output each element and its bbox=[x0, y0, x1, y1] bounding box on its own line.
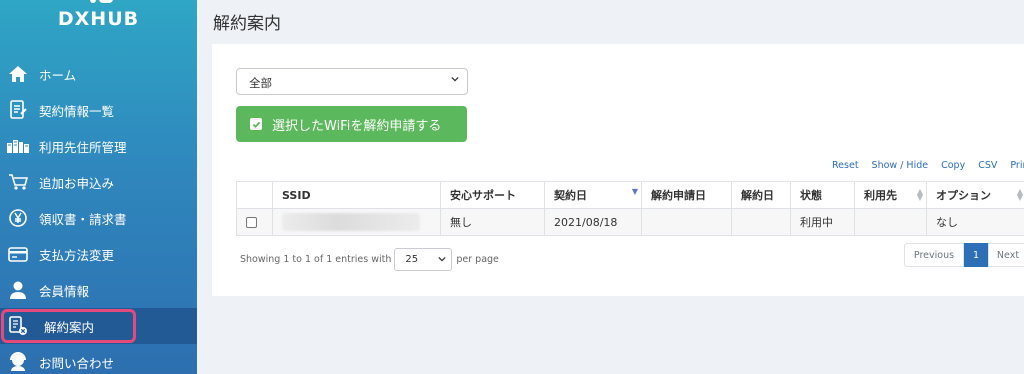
showing-text: Showing 1 to 1 of 1 entries with bbox=[240, 254, 392, 265]
location-cell bbox=[854, 208, 927, 236]
column-header-label: 状態 bbox=[800, 189, 822, 202]
cancel-date-cell bbox=[731, 208, 791, 236]
active-highlight-frame bbox=[1, 309, 136, 343]
sidebar-nav: ホーム 契約情報一覧 利用先住所管理 追加お申込み 領収書・請求書 支払方法変更… bbox=[0, 56, 197, 374]
option-cell: なし bbox=[926, 208, 1024, 236]
sidebar-item-add-order[interactable]: 追加お申込み bbox=[0, 164, 197, 200]
home-icon bbox=[7, 63, 29, 85]
user-icon bbox=[7, 279, 29, 301]
csv-button[interactable]: CSV bbox=[978, 160, 997, 171]
contracts-table: SSID 安心サポート 契約日 ▼ 解約申請日 解約日 状態 利用先 ▲ ▼ オプショ… bbox=[236, 181, 1024, 236]
column-header-label: 契約日 bbox=[554, 189, 587, 202]
filter-select-value: 全部 bbox=[249, 76, 272, 90]
support-icon bbox=[7, 351, 29, 373]
column-header-status[interactable]: 状態 bbox=[790, 181, 855, 209]
yen-icon bbox=[7, 207, 29, 229]
checkbox-icon bbox=[250, 118, 262, 130]
print-button[interactable]: Print bbox=[1010, 160, 1024, 171]
sidebar-item-label: 領収書・請求書 bbox=[39, 211, 127, 227]
next-page-button[interactable]: Next bbox=[988, 243, 1024, 267]
column-header-label: 安心サポート bbox=[450, 189, 516, 202]
page-title: 解約案内 bbox=[213, 14, 281, 34]
copy-button[interactable]: Copy bbox=[941, 160, 965, 171]
apply-cancellation-button[interactable]: 選択したWiFiを解約申請する bbox=[236, 106, 467, 142]
table-header-row: SSID 安心サポート 契約日 ▼ 解約申請日 解約日 状態 利用先 ▲ ▼ オプショ… bbox=[236, 181, 1024, 209]
content-panel: 全部 選択したWiFiを解約申請する Reset Show / Hide Cop… bbox=[212, 44, 1024, 296]
sort-icon: ▲ ▼ bbox=[916, 187, 923, 202]
contract-date-cell: 2021/08/18 bbox=[544, 208, 642, 236]
column-header-label: SSID bbox=[282, 188, 311, 202]
column-header-select bbox=[236, 181, 273, 209]
sort-icon: ▲ ▼ bbox=[1016, 187, 1023, 202]
apply-cancellation-label: 選択したWiFiを解約申請する bbox=[272, 118, 442, 134]
sidebar-item-member[interactable]: 会員情報 bbox=[0, 272, 197, 308]
ssid-cell bbox=[272, 208, 441, 236]
brand-name: DXHUB bbox=[57, 8, 140, 30]
column-header-support[interactable]: 安心サポート bbox=[440, 181, 545, 209]
sidebar-item-label: 支払方法変更 bbox=[39, 247, 115, 263]
column-header-location[interactable]: 利用先 ▲ ▼ bbox=[854, 181, 927, 209]
card-icon bbox=[7, 243, 29, 265]
column-header-cancel-request-date[interactable]: 解約申請日 bbox=[641, 181, 732, 209]
sidebar-item-label: 契約情報一覧 bbox=[39, 103, 115, 119]
sidebar-item-contact[interactable]: お問い合わせ bbox=[0, 344, 197, 374]
sidebar-item-receipts[interactable]: 領収書・請求書 bbox=[0, 200, 197, 236]
sidebar-item-label: お問い合わせ bbox=[39, 355, 115, 371]
per-page-label: per page bbox=[456, 254, 499, 265]
cart-icon bbox=[7, 171, 29, 193]
per-page-value: 25 bbox=[405, 254, 419, 265]
sidebar-item-cancel-guide[interactable]: 解約案内 bbox=[0, 308, 197, 344]
sidebar-item-contract-list[interactable]: 契約情報一覧 bbox=[0, 92, 197, 128]
table-info: Showing 1 to 1 of 1 entries with 25 per … bbox=[240, 248, 499, 271]
sort-desc-icon: ▼ bbox=[631, 187, 638, 196]
cancel-request-date-cell bbox=[641, 208, 732, 236]
page-1-button[interactable]: 1 bbox=[964, 243, 988, 267]
show-hide-button[interactable]: Show / Hide bbox=[872, 160, 929, 171]
column-header-label: 解約日 bbox=[741, 189, 774, 202]
row-select-cell bbox=[236, 208, 273, 236]
table-row: 無し 2021/08/18 利用中 なし bbox=[236, 208, 1024, 236]
column-header-option[interactable]: オプション ▲ ▼ bbox=[926, 181, 1024, 209]
row-checkbox[interactable] bbox=[246, 216, 257, 228]
chevron-down-icon bbox=[451, 76, 459, 82]
ssid-redacted bbox=[282, 213, 420, 231]
column-header-label: 利用先 bbox=[864, 189, 897, 202]
column-header-label: 解約申請日 bbox=[651, 189, 706, 202]
reset-button[interactable]: Reset bbox=[832, 160, 859, 171]
status-cell: 利用中 bbox=[790, 208, 855, 236]
column-header-label: オプション bbox=[936, 189, 991, 202]
sidebar: DXHUB ホーム 契約情報一覧 利用先住所管理 追加お申込み 領収書・請求書 … bbox=[0, 0, 197, 374]
sidebar-item-label: 会員情報 bbox=[39, 283, 90, 299]
sidebar-item-label: 追加お申込み bbox=[39, 175, 115, 191]
column-header-ssid[interactable]: SSID bbox=[272, 181, 441, 209]
table-toolbar: Reset Show / Hide Copy CSV Print bbox=[832, 160, 1024, 171]
pagination: Previous 1 Next bbox=[904, 243, 1024, 267]
sidebar-item-payment[interactable]: 支払方法変更 bbox=[0, 236, 197, 272]
filter-select[interactable]: 全部 bbox=[236, 68, 468, 95]
sidebar-item-label: ホーム bbox=[39, 67, 77, 83]
address-icon bbox=[7, 135, 29, 157]
brand-logo-mark bbox=[86, 0, 116, 4]
support-cell: 無し bbox=[440, 208, 545, 236]
sidebar-item-label: 利用先住所管理 bbox=[39, 139, 127, 155]
column-header-contract-date[interactable]: 契約日 ▼ bbox=[544, 181, 642, 209]
previous-page-button[interactable]: Previous bbox=[904, 243, 964, 267]
sidebar-item-home[interactable]: ホーム bbox=[0, 56, 197, 92]
column-header-cancel-date[interactable]: 解約日 bbox=[731, 181, 791, 209]
per-page-select[interactable]: 25 bbox=[394, 248, 453, 271]
contract-list-icon bbox=[7, 99, 29, 121]
chevron-down-icon bbox=[438, 256, 446, 262]
sidebar-item-address[interactable]: 利用先住所管理 bbox=[0, 128, 197, 164]
